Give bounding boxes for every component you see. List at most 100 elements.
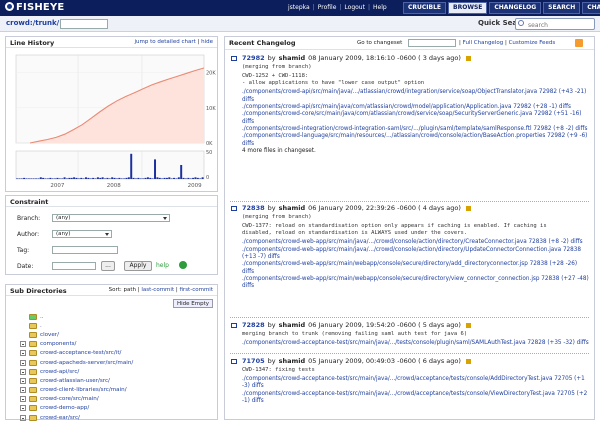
changeset-id[interactable]: 72828 <box>242 321 265 329</box>
user-link[interactable]: jstepka <box>288 4 310 11</box>
detailed-chart-link[interactable]: jump to detailed chart <box>134 39 195 45</box>
rss-feed-icon[interactable] <box>575 39 583 47</box>
dir-row[interactable]: crowd-ear/src/ <box>20 413 133 422</box>
tag-input[interactable] <box>52 246 118 254</box>
apply-button[interactable]: Apply <box>124 261 152 271</box>
file-row[interactable]: ./components/crowd-web-app/src/main/weba… <box>242 276 590 291</box>
date-input[interactable] <box>52 262 96 270</box>
logout-link[interactable]: Logout <box>344 4 365 11</box>
expand-icon[interactable] <box>20 396 26 403</box>
file-row[interactable]: ./components/crowd-web-app/src/main/weba… <box>242 261 590 276</box>
sort-last-commit[interactable]: last-commit <box>141 287 174 293</box>
author[interactable]: shamid <box>279 204 306 212</box>
dir-row[interactable]: crowd-apacheds-server/src/main/ <box>20 358 133 367</box>
dir-name[interactable]: crowd-api/src/ <box>40 369 79 375</box>
expand-icon[interactable] <box>20 387 26 394</box>
comment-icon[interactable] <box>465 55 471 61</box>
dir-name[interactable]: crowd-apacheds-server/src/main/ <box>40 360 133 366</box>
dir-row[interactable]: crowd-core/src/main/ <box>20 395 133 404</box>
constraint-help-link[interactable]: help <box>156 262 169 269</box>
nav-chart[interactable]: CHART <box>582 2 600 14</box>
quick-search-input[interactable] <box>515 18 595 30</box>
expand-icon[interactable] <box>20 368 26 375</box>
dir-row[interactable]: crowd-atlassian-user/src/ <box>20 376 133 385</box>
commit-date: 05 January 2009, 00:49:03 -0600 ( 6 days… <box>308 357 461 365</box>
y-tick-label: 20K <box>206 71 216 77</box>
dir-name[interactable]: .. <box>40 314 44 320</box>
file-row[interactable]: ./components/crowd-api/src/main/java/...… <box>242 89 590 104</box>
branch-select[interactable]: (any) <box>52 214 170 222</box>
goto-changeset-input[interactable] <box>408 39 456 47</box>
commit-message[interactable]: CWD-1252 + CWD-1118: <box>242 73 590 80</box>
expand-icon[interactable] <box>20 341 26 348</box>
nav-search[interactable]: SEARCH <box>543 2 581 14</box>
commit-bar <box>61 178 64 179</box>
sort-path[interactable]: Sort: path <box>109 287 136 293</box>
dir-row[interactable]: clover/ <box>20 330 133 339</box>
comment-icon[interactable] <box>465 205 471 211</box>
commit-bar <box>175 178 178 179</box>
dir-name[interactable]: crowd-demo-app/ <box>40 405 89 411</box>
help-link[interactable]: Help <box>373 4 387 11</box>
author[interactable]: shamid <box>279 321 306 329</box>
changeset-id[interactable]: 71705 <box>242 357 265 365</box>
comment-icon[interactable] <box>465 322 471 328</box>
sort-first-commit[interactable]: first-commit <box>179 287 213 293</box>
dir-row[interactable]: crowd-client-libraries/src/main/ <box>20 386 133 395</box>
author[interactable]: shamid <box>279 357 306 365</box>
breadcrumb[interactable]: crowd:/trunk/ <box>6 19 59 27</box>
date-picker-button[interactable]: ... <box>101 261 115 271</box>
expand-icon[interactable] <box>231 55 237 61</box>
hide-empty-button[interactable]: Hide Empty <box>172 299 213 308</box>
nav-browse[interactable]: BROWSE <box>448 2 488 14</box>
expand-icon[interactable] <box>231 322 237 328</box>
nav-changelog[interactable]: CHANGELOG <box>489 2 542 14</box>
dir-row[interactable]: components/ <box>20 340 133 349</box>
dir-name[interactable]: crowd-atlassian-user/src/ <box>40 378 110 384</box>
expand-icon[interactable] <box>20 350 26 357</box>
profile-link[interactable]: Profile <box>318 4 337 11</box>
author-select[interactable]: (any) <box>52 230 112 238</box>
dir-name[interactable]: components/ <box>40 341 76 347</box>
dir-row[interactable]: crowd-acceptance-test/src/it/ <box>20 349 133 358</box>
dir-name[interactable]: crowd-core/src/main/ <box>40 396 99 402</box>
full-changelog-link[interactable]: Full Changelog <box>463 40 504 46</box>
dir-name[interactable]: clover/ <box>40 332 59 338</box>
help-icon[interactable] <box>179 261 187 269</box>
commit-bar <box>132 177 135 179</box>
customize-feeds-link[interactable]: Customize Feeds <box>509 40 556 46</box>
commit-bar <box>134 178 137 179</box>
file-row[interactable]: ./components/crowd-language/src/main/res… <box>242 133 590 148</box>
expand-icon[interactable] <box>20 377 26 384</box>
file-row[interactable]: ./components/crowd-web-app/src/main/java… <box>242 239 590 246</box>
file-row[interactable]: ./components/crowd-core/src/main/java/co… <box>242 111 590 126</box>
dir-name[interactable]: crowd-acceptance-test/src/it/ <box>40 350 121 356</box>
changeset-id[interactable]: 72838 <box>242 204 265 212</box>
file-row[interactable]: ./components/crowd-acceptance-test/src/m… <box>242 340 590 347</box>
dir-name[interactable]: . <box>40 323 42 329</box>
dir-row[interactable]: crowd-api/src/ <box>20 367 133 376</box>
expand-icon[interactable] <box>231 205 237 211</box>
dir-name[interactable]: crowd-client-libraries/src/main/ <box>40 387 127 393</box>
dir-row[interactable]: . <box>20 321 133 330</box>
fisheye-logo[interactable]: FISHEYE <box>5 2 64 13</box>
expand-icon[interactable] <box>231 358 237 364</box>
path-input[interactable] <box>60 19 108 29</box>
file-row[interactable]: ./components/crowd-integration/crowd-int… <box>242 126 590 133</box>
file-row[interactable]: ./components/crowd-api/src/main/java/com… <box>242 104 590 111</box>
file-row[interactable]: ./components/crowd-acceptance-test/src/m… <box>242 391 590 406</box>
expand-icon[interactable] <box>20 405 26 412</box>
hide-chart-link[interactable]: hide <box>201 39 213 45</box>
dir-row[interactable]: crowd-demo-app/ <box>20 404 133 413</box>
expand-icon[interactable] <box>20 359 26 366</box>
file-row[interactable]: ./components/crowd-web-app/src/main/java… <box>242 247 590 262</box>
changeset-id[interactable]: 72982 <box>242 54 265 62</box>
comment-icon[interactable] <box>465 358 471 364</box>
dir-row[interactable]: .. <box>20 312 133 321</box>
file-row[interactable]: ./components/crowd-acceptance-test/src/m… <box>242 376 590 391</box>
nav-crucible[interactable]: CRUCIBLE <box>403 2 447 14</box>
commit-message[interactable]: CWD-1347: fixing tests <box>242 367 590 374</box>
more-files-text[interactable]: 4 more files in changeset. <box>242 148 590 155</box>
author[interactable]: shamid <box>279 54 306 62</box>
commit-bar <box>32 178 35 179</box>
